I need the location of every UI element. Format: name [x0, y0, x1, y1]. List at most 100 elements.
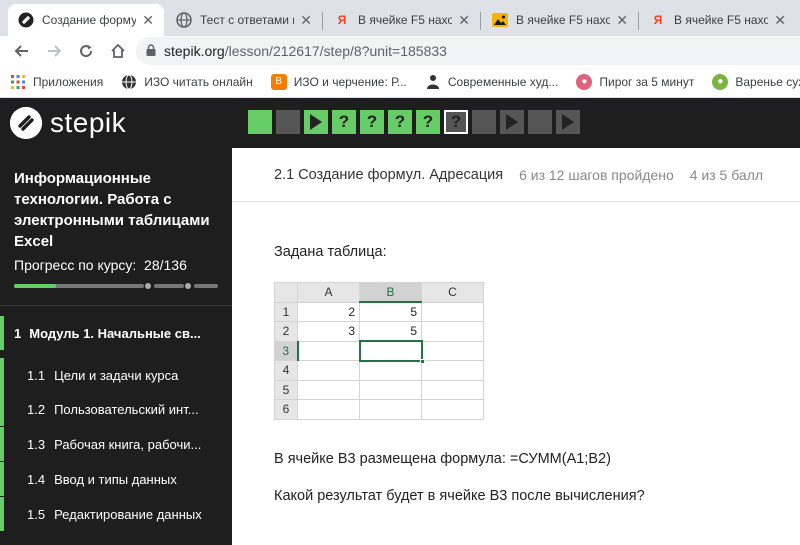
sidebar-lesson-1-2[interactable]: 1.2 Пользовательский инт... — [0, 392, 232, 426]
home-icon[interactable] — [102, 37, 134, 65]
tab-yandex-2[interactable]: Я В ячейке F5 нахо ✕ — [640, 4, 796, 36]
lesson-progress-marker — [0, 358, 4, 392]
sidebar-lesson-1-4[interactable]: 1.4 Ввод и типы данных — [0, 462, 232, 496]
close-tab-icon[interactable]: ✕ — [616, 12, 628, 29]
lesson-number: 1.5 — [27, 506, 46, 522]
tab-title: В ячейке F5 нахо — [674, 13, 769, 27]
bookmarks-bar: Приложения ИЗО читать онлайн B ИЗО и чер… — [0, 66, 800, 98]
sheet-cell — [421, 379, 484, 400]
bookmark-pie[interactable]: ● Пирог за 5 минут — [576, 73, 694, 90]
lesson-progress-marker — [0, 497, 4, 531]
question-icon: ? — [422, 112, 434, 131]
module-title: Модуль 1. Начальные св... — [29, 325, 201, 341]
lesson-progress-marker — [0, 392, 4, 426]
yandex-icon: Я — [653, 13, 663, 27]
play-icon — [562, 114, 574, 130]
step-7[interactable]: ? — [416, 110, 440, 134]
progress-label: Прогресс по курсу: — [14, 257, 137, 273]
spreadsheet-image: A B C 1 2 5 2 3 5 3 4 5 6 — [274, 282, 505, 432]
sheet-cell: 5 — [359, 321, 422, 342]
bookmark-apps[interactable]: Приложения — [10, 74, 103, 90]
tab-test[interactable]: Тест с ответами н ✕ — [166, 4, 322, 36]
sheet-cell — [297, 399, 360, 420]
sheet-cell — [297, 340, 360, 361]
sidebar-lesson-1-3[interactable]: 1.3 Рабочая книга, рабочи... — [0, 427, 232, 461]
play-icon — [310, 114, 322, 130]
question-icon: ? — [394, 112, 406, 131]
lesson-number: 1.1 — [27, 367, 46, 383]
bookmark-label: Современные худ... — [447, 74, 559, 89]
step-11[interactable] — [528, 110, 552, 134]
step-6[interactable]: ? — [388, 110, 412, 134]
close-tab-icon[interactable]: ✕ — [458, 12, 470, 29]
step-12[interactable] — [556, 110, 580, 134]
back-arrow-icon[interactable] — [6, 37, 38, 65]
bookmark-modern-art[interactable]: Современные худ... — [425, 74, 558, 90]
progress-bar — [14, 283, 218, 289]
sheet-cell-active — [358, 340, 425, 364]
module-number: 1 — [14, 325, 22, 341]
sheet-corner — [274, 282, 298, 303]
close-tab-icon[interactable]: ✕ — [774, 12, 786, 29]
tab-separator — [322, 12, 323, 30]
progress-value: 28/136 — [144, 257, 187, 273]
close-tab-icon[interactable]: ✕ — [142, 12, 154, 29]
bookmark-label: ИЗО читать онлайн — [144, 74, 253, 89]
lesson-content: 2.1 Создание формул. Адресация 6 из 12 ш… — [232, 148, 800, 545]
step-1[interactable] — [248, 110, 272, 134]
globe-icon — [176, 12, 192, 28]
stepik-logo-text: stepik — [50, 107, 127, 138]
spreadsheet-grid: A B C 1 2 5 2 3 5 3 4 5 6 — [274, 282, 484, 420]
step-3[interactable] — [304, 110, 328, 134]
progress-fill — [14, 284, 56, 288]
sidebar-lesson-1-5[interactable]: 1.5 Редактирование данных — [0, 497, 232, 531]
bookmark-izo-drawing[interactable]: B ИЗО и черчение: Р... — [270, 73, 407, 90]
lesson-number: 1.3 — [27, 436, 46, 452]
jam-icon: ● — [712, 73, 729, 90]
lesson-title: Цели и задачи курса — [54, 367, 179, 383]
sheet-cell — [421, 340, 484, 361]
stepik-logo[interactable]: stepik — [10, 107, 126, 139]
close-tab-icon[interactable]: ✕ — [300, 12, 312, 29]
sheet-cell: 3 — [297, 321, 360, 342]
course-title[interactable]: Информационные технологии. Работа с элек… — [14, 168, 224, 252]
lesson-progress-marker — [0, 427, 4, 461]
lock-icon — [146, 43, 156, 59]
address-bar[interactable]: stepik.org/lesson/212617/step/8?unit=185… — [136, 37, 800, 65]
question-icon: ? — [450, 112, 462, 131]
column-header: A — [297, 282, 360, 303]
bookmark-izo-read[interactable]: ИЗО читать онлайн — [121, 74, 253, 90]
play-icon — [506, 114, 518, 130]
task-intro: Задана таблица: — [274, 244, 387, 260]
sheet-cell: 2 — [297, 301, 360, 322]
lesson-title[interactable]: 2.1 Создание формул. Адресация — [274, 167, 503, 183]
lesson-title: Рабочая книга, рабочи... — [54, 436, 202, 452]
step-8-current[interactable]: ? — [444, 110, 468, 134]
sidebar-lesson-1-1[interactable]: 1.1 Цели и задачи курса — [0, 358, 232, 392]
sheet-cell — [421, 399, 484, 420]
forward-arrow-icon[interactable] — [38, 37, 70, 65]
step-9[interactable] — [472, 110, 496, 134]
lesson-title: Редактирование данных — [54, 506, 202, 522]
sidebar-divider — [0, 305, 232, 306]
reload-icon[interactable] — [70, 37, 102, 65]
tab-image-search[interactable]: В ячейке F5 нахо ✕ — [482, 4, 638, 36]
sheet-cell — [421, 321, 484, 342]
course-progress: Прогресс по курсу: 28/136 — [14, 257, 187, 273]
person-icon — [425, 74, 441, 90]
lesson-title: Пользовательский инт... — [54, 401, 199, 417]
step-10[interactable] — [500, 110, 524, 134]
step-4[interactable]: ? — [332, 110, 356, 134]
row-header: 1 — [274, 301, 298, 322]
row-header: 2 — [274, 321, 298, 342]
browser-tab-strip: Создание формул ✕ Тест с ответами н ✕ Я … — [0, 0, 800, 36]
progress-segment — [154, 284, 184, 288]
sidebar-module-1[interactable]: 1 Модуль 1. Начальные св... — [0, 316, 232, 350]
tab-yandex-1[interactable]: Я В ячейке F5 нахо ✕ — [324, 4, 480, 36]
stepik-header: stepik ? ? ? ? ? — [0, 98, 800, 148]
tab-stepik-active[interactable]: Создание формул ✕ — [8, 4, 164, 36]
bookmark-jam[interactable]: ● Варенье сухое и — [712, 73, 800, 90]
step-2[interactable] — [276, 110, 300, 134]
step-5[interactable]: ? — [360, 110, 384, 134]
tab-title: В ячейке F5 нахо — [516, 13, 611, 27]
